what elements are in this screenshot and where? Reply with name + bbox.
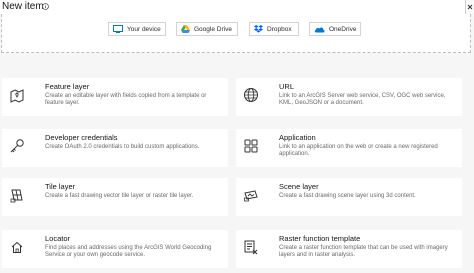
- monitor-icon: [113, 25, 123, 33]
- scene-layer-title: Scene layer: [279, 182, 319, 191]
- application-title: Application: [279, 133, 316, 142]
- scene-layer-description: Create a fast drawing scene layer using …: [279, 193, 416, 199]
- url-card[interactable]: URL Link to an ArcGIS Server web service…: [236, 78, 462, 116]
- developer-credentials-description: Create OAuth 2.0 credentials to build cu…: [45, 144, 200, 150]
- dropbox-icon: [254, 25, 263, 33]
- application-grid-icon: [244, 139, 258, 153]
- locator-title: Locator: [45, 234, 71, 243]
- onedrive-label: OneDrive: [329, 25, 357, 33]
- raster-function-icon: [244, 240, 258, 255]
- tile-layer-card[interactable]: Tile layer Create a fast drawing vector …: [2, 178, 228, 216]
- dialog-header: [0, 0, 474, 14]
- tile-layer-description: Create a fast drawing vector tile layer …: [45, 193, 194, 199]
- onedrive-button[interactable]: OneDrive: [309, 22, 361, 36]
- application-description: Link to an application on the web or cre…: [279, 144, 438, 158]
- google-drive-button[interactable]: Google Drive: [176, 22, 238, 36]
- raster-function-template-card[interactable]: Raster function template Create a raster…: [236, 230, 462, 268]
- your-device-label: Your device: [127, 25, 161, 33]
- developer-credentials-card[interactable]: Developer credentials Create OAuth 2.0 c…: [2, 129, 228, 167]
- key-icon: [10, 139, 24, 153]
- locator-card[interactable]: Locator Find places and addresses using …: [2, 230, 228, 268]
- url-title: URL: [279, 82, 295, 91]
- dialog-title: New item: [2, 1, 44, 12]
- globe-icon: [244, 88, 258, 102]
- application-card[interactable]: Application Link to an application on th…: [236, 129, 462, 167]
- locator-icon: [11, 241, 23, 253]
- google-drive-icon: [181, 25, 190, 33]
- info-icon[interactable]: [42, 3, 49, 10]
- tile-layer-title: Tile layer: [45, 182, 76, 191]
- locator-description: Find places and addresses using the ArcG…: [45, 245, 212, 259]
- tile-layer-icon: [10, 189, 23, 203]
- url-description: Link to an ArcGIS Server web service, CS…: [279, 93, 446, 107]
- scene-layer-icon: [244, 190, 258, 202]
- onedrive-icon: [314, 27, 325, 32]
- feature-layer-description: Create an editable layer with fields cop…: [45, 93, 207, 107]
- feature-layer-icon: [10, 89, 24, 103]
- dropbox-label: Dropbox: [267, 25, 292, 33]
- raster-function-template-title: Raster function template: [279, 234, 361, 243]
- dropbox-button[interactable]: Dropbox: [249, 22, 299, 36]
- feature-layer-card[interactable]: Feature layer Create an editable layer w…: [2, 78, 228, 116]
- feature-layer-title: Feature layer: [45, 82, 90, 91]
- scene-layer-card[interactable]: Scene layer Create a fast drawing scene …: [236, 178, 462, 216]
- developer-credentials-title: Developer credentials: [45, 133, 118, 142]
- your-device-button[interactable]: Your device: [108, 22, 166, 36]
- raster-function-template-description: Create a raster function template that c…: [279, 245, 448, 259]
- google-drive-label: Google Drive: [194, 25, 232, 33]
- close-icon[interactable]: [465, 0, 474, 14]
